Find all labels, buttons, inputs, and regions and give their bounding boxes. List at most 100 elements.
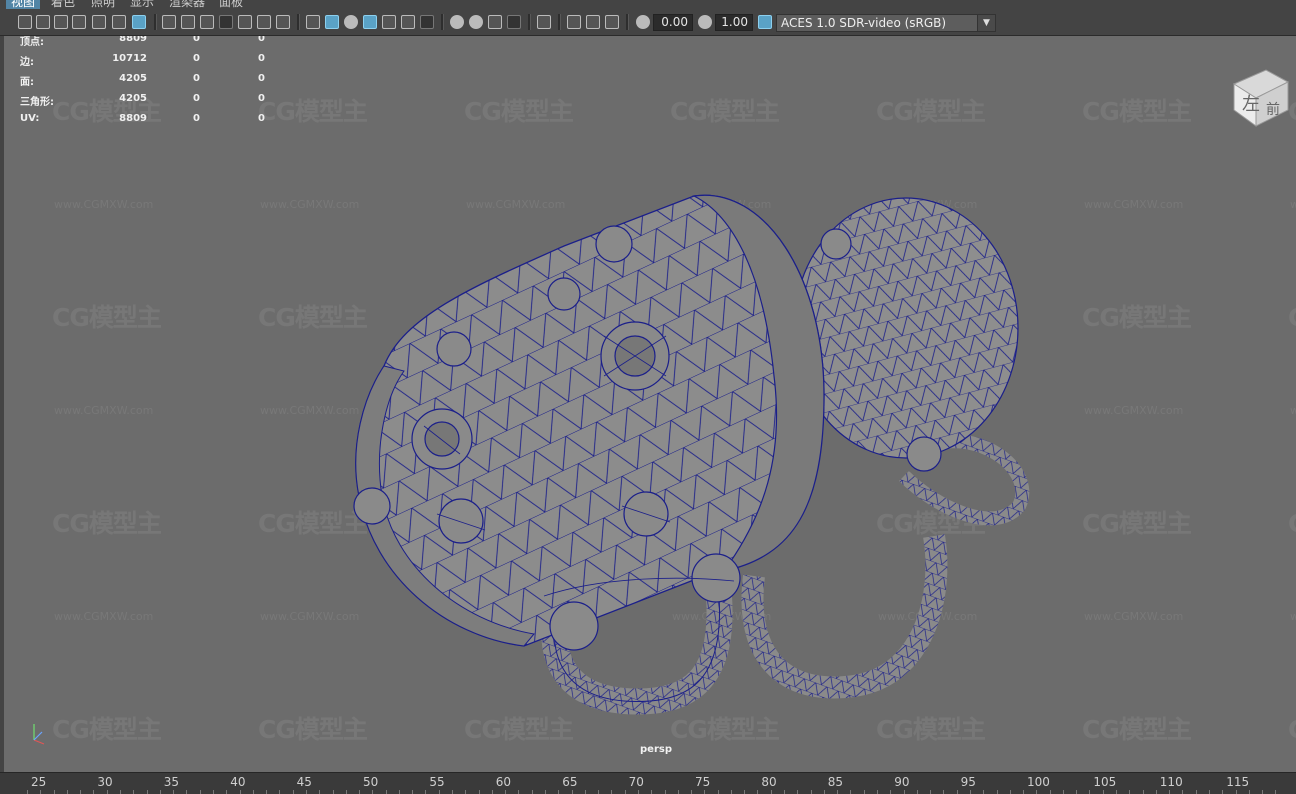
smooth-shade-icon[interactable] xyxy=(325,15,339,29)
ruler-tick xyxy=(1102,790,1104,794)
ruler-tick xyxy=(770,790,772,794)
gate-mask-icon[interactable] xyxy=(219,15,233,29)
wireframe-model[interactable] xyxy=(4,36,1296,772)
menu-item[interactable]: 渲染器 xyxy=(164,0,210,9)
menu-item[interactable]: 面板 xyxy=(214,0,248,9)
gamma-icon[interactable] xyxy=(698,15,712,29)
resolution-gate-icon[interactable] xyxy=(200,15,214,29)
wireframe-on-shaded-icon[interactable] xyxy=(363,15,377,29)
grid-icon[interactable] xyxy=(162,15,176,29)
wireframe-icon[interactable] xyxy=(306,15,320,29)
ruler-tick xyxy=(252,790,254,794)
ruler-tick xyxy=(27,790,28,794)
ruler-tick xyxy=(916,790,918,794)
use-all-lights-icon[interactable] xyxy=(401,15,415,29)
ruler-tick xyxy=(120,790,121,794)
safe-title-icon[interactable] xyxy=(276,15,290,29)
camera-name-label: persp xyxy=(640,744,672,755)
anti-aliasing-icon[interactable] xyxy=(488,15,502,29)
xray-active-components-icon[interactable] xyxy=(586,15,600,29)
ruler-tick xyxy=(1262,790,1264,794)
image-plane-icon[interactable] xyxy=(72,15,86,29)
ruler-tick xyxy=(784,790,785,794)
isolate-select-icon[interactable] xyxy=(537,15,551,29)
chevron-down-icon[interactable]: ▼ xyxy=(977,15,995,31)
ruler-tick-label: 95 xyxy=(960,775,976,789)
ruler-tick xyxy=(93,790,95,794)
menu-item[interactable]: 着色 xyxy=(46,0,80,9)
menu-item[interactable]: 照明 xyxy=(86,0,120,9)
grease-pencil-icon[interactable] xyxy=(112,15,126,29)
camera-attributes-icon[interactable] xyxy=(36,15,50,29)
viewcube-front-face[interactable]: 前 xyxy=(1266,101,1280,118)
ruler-tick xyxy=(598,790,600,794)
menu-item[interactable]: 视图 xyxy=(6,0,41,9)
ruler-tick xyxy=(279,790,281,794)
ruler-tick xyxy=(266,790,268,794)
viewcube-left-face[interactable]: 左 xyxy=(1242,94,1260,115)
film-gate-icon[interactable] xyxy=(181,15,195,29)
ruler-tick xyxy=(677,790,679,794)
xray-joints-icon[interactable] xyxy=(605,15,619,29)
ruler-tick xyxy=(611,790,613,794)
perspective-viewport[interactable]: CG模型主 CG模型主 CG模型主 CG模型主 CG模型主 CG模型主 CG模型主 CG模型主… xyxy=(4,36,1296,772)
ruler-tick xyxy=(1222,790,1224,794)
ruler-tick xyxy=(877,790,878,794)
ruler-tick xyxy=(983,790,985,794)
ruler-tick xyxy=(425,790,427,794)
ruler-tick-label: 115 xyxy=(1226,775,1250,789)
hud-row: 顶点: 8809 0 0 xyxy=(20,36,300,53)
safe-action-icon[interactable] xyxy=(257,15,271,29)
ruler-tick xyxy=(292,790,294,794)
ruler-tick xyxy=(319,790,321,794)
exposure-field[interactable]: 0.00 xyxy=(653,14,693,31)
ruler-tick-label: 35 xyxy=(163,775,180,789)
motion-blur-icon[interactable] xyxy=(469,15,483,29)
pencil-draw-icon[interactable] xyxy=(132,15,146,29)
screen-space-ao-icon[interactable] xyxy=(450,15,464,29)
ruler-tick-label: 70 xyxy=(628,775,644,789)
ruler-tick-label: 65 xyxy=(562,775,578,789)
ruler-tick xyxy=(969,790,971,794)
ruler-tick xyxy=(717,790,719,794)
hud-c3: 0 xyxy=(258,73,265,84)
color-management-toggle-icon[interactable] xyxy=(758,15,772,29)
ruler-tick-label: 40 xyxy=(230,775,246,789)
textured-icon[interactable] xyxy=(382,15,396,29)
hud-label: 面: xyxy=(20,77,34,88)
ruler-tick xyxy=(691,790,692,794)
ruler-tick xyxy=(823,790,825,794)
ruler-tick xyxy=(744,790,746,794)
shadows-icon[interactable] xyxy=(420,15,434,29)
ruler-tick-label: 105 xyxy=(1093,775,1117,789)
ruler-tick-label: 55 xyxy=(429,775,445,789)
ruler-tick xyxy=(465,790,467,794)
ruler-tick xyxy=(903,790,905,794)
camera-select-icon[interactable] xyxy=(18,15,32,29)
menu-item[interactable]: 显示 xyxy=(125,0,159,9)
ruler-tick xyxy=(159,790,161,794)
field-chart-icon[interactable] xyxy=(238,15,252,29)
xray-icon[interactable] xyxy=(567,15,581,29)
depth-of-field-icon[interactable] xyxy=(507,15,521,29)
ruler-tick xyxy=(584,790,586,794)
hud-c1: 4205 xyxy=(119,73,147,84)
hud-c3: 0 xyxy=(258,53,265,64)
default-material-icon[interactable] xyxy=(344,15,358,29)
ruler-tick-label: 60 xyxy=(495,775,512,789)
viewcube[interactable]: 左 前 xyxy=(1226,56,1296,128)
bookmark-icon[interactable] xyxy=(54,15,68,29)
2d-pan-zoom-icon[interactable] xyxy=(92,15,106,29)
ruler-tick xyxy=(943,790,945,794)
hud-label: UV: xyxy=(20,113,40,124)
ruler-tick xyxy=(332,790,334,794)
ruler-tick xyxy=(40,790,42,794)
ruler-tick xyxy=(133,790,135,794)
color-management-dropdown[interactable]: ACES 1.0 SDR-video (sRGB) ▼ xyxy=(776,14,996,32)
hud-c3: 0 xyxy=(258,36,265,44)
ruler-tick xyxy=(664,790,666,794)
exposure-icon[interactable] xyxy=(636,15,650,29)
gamma-field[interactable]: 1.00 xyxy=(715,14,753,31)
ruler-tick xyxy=(930,790,932,794)
timeline-ruler[interactable]: 25 30 35 40 45 50 55 60 65 70 75 80 85 90 95 100 105 110 1… xyxy=(0,772,1296,794)
